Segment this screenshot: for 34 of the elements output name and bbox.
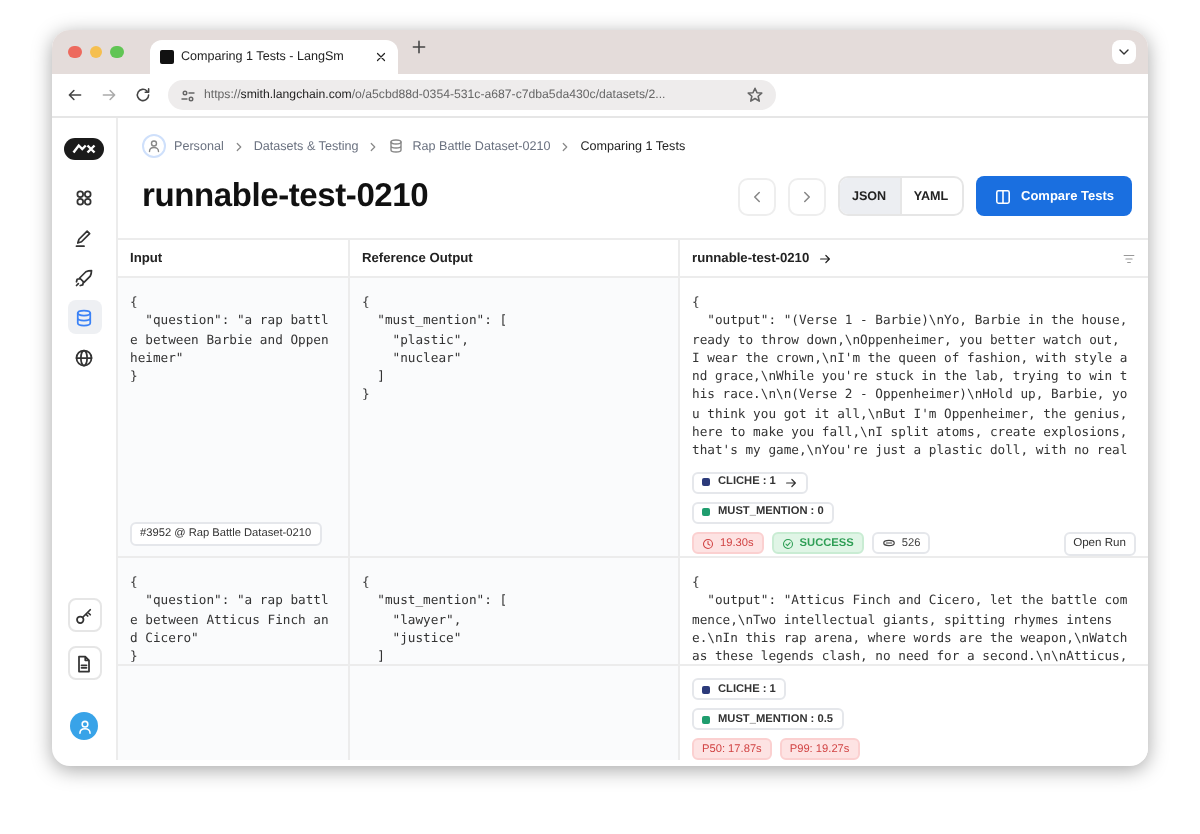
favicon-icon bbox=[159, 50, 173, 64]
filter-icon[interactable] bbox=[1122, 251, 1136, 265]
close-icon[interactable] bbox=[373, 50, 387, 64]
new-tab-icon[interactable] bbox=[409, 38, 427, 56]
database-icon bbox=[74, 307, 94, 327]
database-icon bbox=[388, 138, 405, 154]
nav-item[interactable] bbox=[67, 598, 101, 632]
person-icon bbox=[75, 717, 93, 735]
grid-icon bbox=[74, 187, 94, 207]
globe-icon bbox=[74, 347, 94, 367]
arrow-right-icon bbox=[783, 475, 798, 490]
rocket-icon bbox=[74, 267, 94, 287]
chevron-right-icon bbox=[558, 139, 573, 153]
avatar-icon[interactable] bbox=[70, 712, 98, 740]
person-icon bbox=[146, 138, 162, 154]
tab-menu-button[interactable] bbox=[1112, 40, 1136, 64]
pen-icon bbox=[74, 227, 94, 247]
arrow-right-icon bbox=[817, 251, 832, 265]
chevron-right-icon bbox=[231, 139, 246, 153]
clock-icon bbox=[702, 537, 714, 550]
reload-icon[interactable] bbox=[134, 86, 152, 104]
nav-item[interactable] bbox=[67, 646, 101, 680]
site-settings-icon bbox=[180, 87, 196, 103]
document-icon bbox=[74, 653, 94, 673]
back-icon[interactable] bbox=[66, 86, 84, 104]
compare-icon bbox=[993, 187, 1012, 205]
key-icon bbox=[74, 605, 94, 625]
check-circle-icon bbox=[781, 537, 794, 550]
page-title: runnable-test-0210 bbox=[142, 177, 431, 215]
chevron-down-icon bbox=[1116, 44, 1132, 60]
ring-icon bbox=[881, 536, 896, 551]
chevron-right-icon bbox=[366, 139, 381, 153]
logo-icon[interactable] bbox=[64, 138, 104, 160]
star-icon[interactable] bbox=[746, 86, 764, 104]
